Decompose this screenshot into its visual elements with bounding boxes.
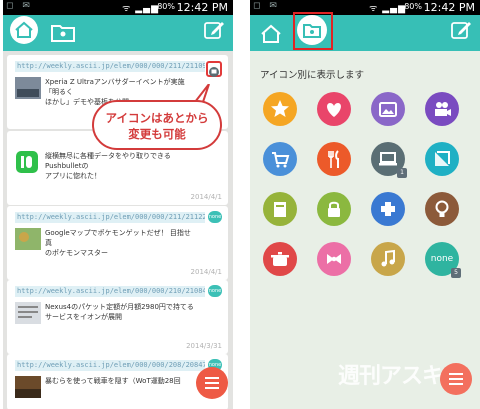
status-bar: ◻ ✉ ᯤ ▂▄▆ 80% 12:42 PM — [250, 0, 480, 15]
compose-icon[interactable] — [203, 19, 225, 41]
battery-level: 80% — [404, 2, 422, 11]
menu-button[interactable] — [196, 367, 228, 399]
left-screen: ◻ ✉ ᯤ ▂▄▆ 80% 12:42 PM http://weekly.asc… — [3, 0, 233, 409]
notification-icons: ◻ ✉ — [6, 1, 33, 11]
home-icon[interactable] — [9, 15, 39, 45]
home-icon[interactable] — [256, 19, 286, 49]
battery-level: 80% — [157, 2, 175, 11]
star-icon[interactable] — [263, 92, 297, 126]
medicine-icon[interactable] — [371, 192, 405, 226]
heart-icon[interactable] — [317, 92, 351, 126]
article-title: Googleマップでポケモンゲットだぜ！ 目指せ真 のポケモンマスター — [45, 229, 191, 257]
annotation-line: アイコンはあとから — [105, 111, 209, 125]
article-url[interactable]: http://weekly.ascii.jp/elem/000/000/211/… — [15, 212, 205, 223]
status-bar: ◻ ✉ ᯤ ▂▄▆ 80% 12:42 PM — [3, 0, 233, 15]
article-date: 2014/3/31 — [186, 342, 222, 350]
cart-icon[interactable] — [263, 142, 297, 176]
article-title: 縦横無尽に各種データをやり取りできるPushbulletの アプリに惚れた！ — [45, 152, 171, 180]
book-icon[interactable] — [263, 192, 297, 226]
laptop-icon[interactable]: 1 — [371, 142, 407, 178]
article-url[interactable]: http://weekly.ascii.jp/elem/000/000/208/… — [15, 360, 205, 371]
icon-count-badge: 1 — [397, 168, 407, 178]
app-bar — [3, 15, 233, 51]
list-item[interactable]: http://weekly.ascii.jp/elem/000/000/210/… — [7, 280, 228, 354]
menu-button[interactable] — [440, 363, 472, 395]
article-date: 2014/4/1 — [190, 193, 222, 201]
music-icon[interactable] — [371, 242, 405, 276]
article-url[interactable]: http://weekly.ascii.jp/elem/000/000/210/… — [15, 286, 205, 297]
icon-picker-panel: アイコン別に表示します 1 none 5 — [250, 51, 480, 409]
ribbon-icon[interactable] — [317, 242, 351, 276]
article-title: Nexus4のパケット定額が月額2980円で持てる サービスをイオンが展開 — [45, 303, 194, 321]
list-item[interactable]: http://weekly.ascii.jp/elem/000/000/208/… — [7, 354, 228, 409]
camera-icon[interactable] — [425, 92, 459, 126]
icon-count-badge: 5 — [451, 268, 461, 278]
article-thumbnail — [15, 302, 41, 324]
right-screen: ◻ ✉ ᯤ ▂▄▆ 80% 12:42 PM アイコン別に表示します 1 none… — [250, 0, 480, 409]
lock-icon[interactable] — [317, 192, 351, 226]
photo-icon[interactable] — [371, 92, 405, 126]
highlight-box — [293, 12, 333, 50]
app-bar — [250, 15, 480, 51]
article-date: 2014/4/1 — [190, 268, 222, 276]
bulb-icon[interactable] — [425, 192, 459, 226]
signal-icon: ᯤ ▂▄▆ — [122, 4, 159, 14]
article-thumbnail — [15, 77, 41, 99]
article-thumbnail — [15, 376, 41, 398]
icon-badge[interactable]: none — [208, 285, 222, 297]
laptop-icon[interactable] — [206, 61, 222, 77]
article-url[interactable]: http://weekly.ascii.jp/elem/000/000/211/… — [15, 61, 205, 72]
annotation-callout: アイコンはあとから 変更も可能 — [92, 100, 222, 150]
clock: 12:42 PM — [423, 1, 475, 14]
clock: 12:42 PM — [176, 1, 228, 14]
notification-icons: ◻ ✉ — [253, 1, 280, 11]
fork-icon[interactable] — [317, 142, 351, 176]
sign-icon[interactable] — [425, 142, 459, 176]
icon-badge[interactable]: none — [208, 211, 222, 223]
article-title: 暴むらを使って戦車を隠す（WoT運動28回 — [45, 377, 181, 385]
list-item[interactable]: http://weekly.ascii.jp/elem/000/000/211/… — [7, 206, 228, 280]
signal-icon: ᯤ ▂▄▆ — [369, 4, 406, 14]
compose-icon[interactable] — [450, 19, 472, 41]
annotation-line: 変更も可能 — [128, 127, 186, 141]
section-title: アイコン別に表示します — [260, 70, 365, 81]
folder-icon[interactable] — [49, 19, 77, 45]
article-thumbnail — [15, 228, 41, 250]
app-icon — [16, 151, 38, 173]
none-icon[interactable]: none 5 — [425, 242, 461, 278]
pot-icon[interactable] — [263, 242, 297, 276]
